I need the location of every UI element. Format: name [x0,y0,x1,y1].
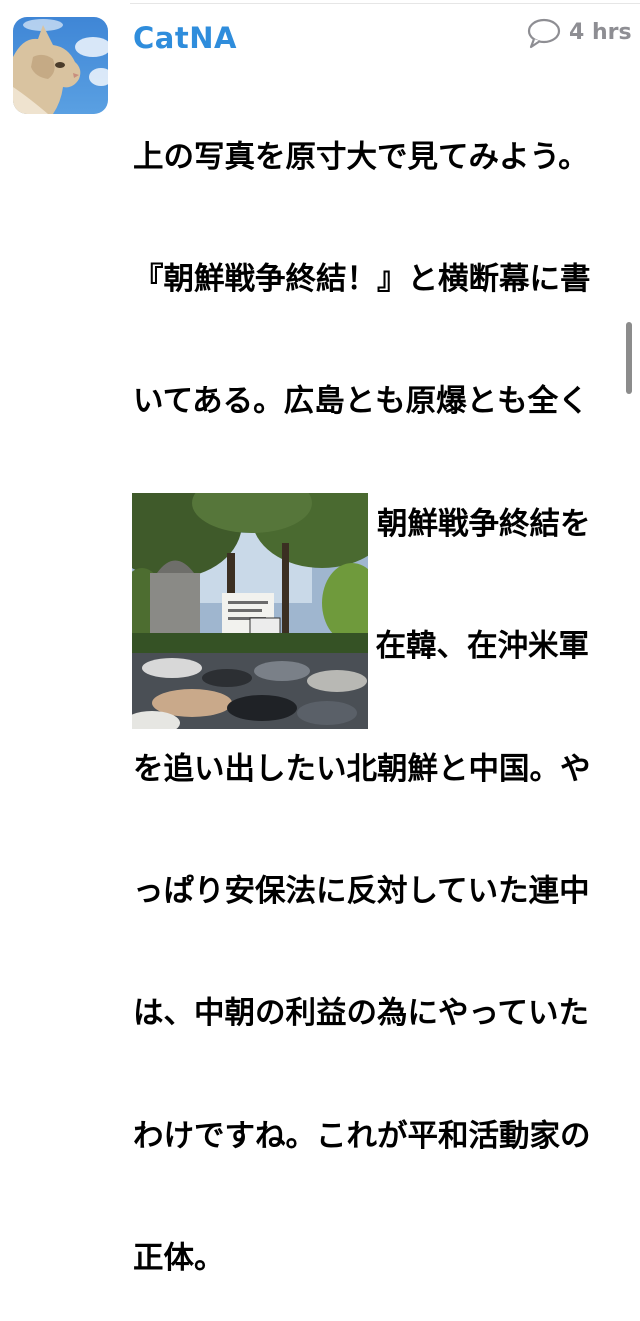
post-body-line: 正体。 [133,1241,225,1277]
comment-bubble-icon[interactable] [526,17,562,49]
post-body-line: っぱり安保法に反対していた連中 [133,873,590,909]
post-body-line: 上の写真を原寸大で見てみよう。 [133,139,589,175]
attached-photo[interactable] [132,493,368,729]
post-body-line: 『朝鮮戦争終結！』と横断幕に書 [133,261,591,297]
post-body-line: わけですね。これが平和活動家の [133,1118,591,1154]
top-divider [130,3,640,4]
timestamp: 4 hrs [569,20,632,45]
post-body-line: いてある。広島とも原爆とも全く [133,384,589,420]
post-body-line: を追い出したい北朝鮮と中国。や [133,751,591,787]
post-body-line: は、中朝の利益の為にやっていた [133,996,589,1032]
username[interactable]: CatNA [133,21,237,55]
avatar[interactable] [13,17,108,114]
scrollbar[interactable] [626,322,632,394]
